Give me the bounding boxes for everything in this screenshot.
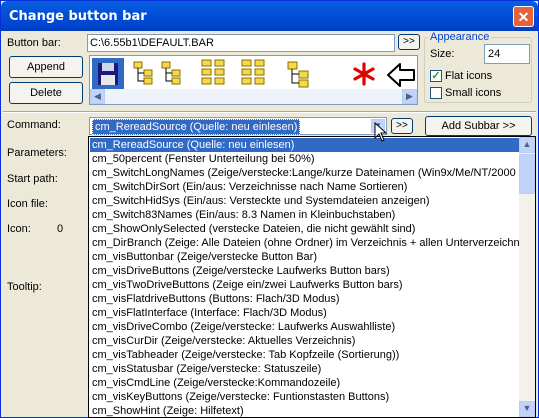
flat-icons-label[interactable]: Flat icons — [445, 70, 492, 82]
scroll-left-button[interactable]: ◀ — [90, 89, 105, 104]
start-path-label: Start path: — [7, 173, 58, 185]
icon-label: Icon: — [7, 223, 31, 235]
folder-tree-icon[interactable] — [160, 60, 184, 86]
dropdown-item[interactable]: cm_visTabheader (Zeige/verstecke: Tab Ko… — [90, 348, 519, 362]
small-icons-label[interactable]: Small icons — [445, 87, 501, 99]
command-label: Command: — [7, 119, 61, 131]
dropdown-item[interactable]: cm_visFlatdriveButtons (Buttons: Flach/3… — [90, 292, 519, 306]
appearance-legend: Appearance — [428, 31, 492, 43]
dropdown-item[interactable]: cm_SwitchDirSort (Ein/aus: Verzeichnisse… — [90, 180, 519, 194]
command-selected-value: cm_RereadSource (Quelle: neu einlesen) — [92, 119, 301, 135]
dropdown-item[interactable]: cm_visDriveButtons (Zeige/verstecke Lauf… — [90, 264, 519, 278]
dropdown-item[interactable]: cm_visDriveCombo (Zeige/verstecke: Laufw… — [90, 320, 519, 334]
folders-icon[interactable] — [200, 58, 228, 86]
dropdown-item[interactable]: cm_RereadSource (Quelle: neu einlesen) — [90, 138, 519, 152]
checkmark-icon: ✓ — [431, 70, 441, 82]
dropdown-item[interactable]: cm_ShowHint (Zeige: Hilfetext) — [90, 404, 519, 417]
close-icon: ✕ — [517, 9, 530, 25]
parameters-label: Parameters: — [7, 147, 67, 159]
red-asterisk-icon[interactable] — [352, 62, 376, 86]
dropdown-item[interactable]: cm_Switch83Names (Ein/aus: 8.3 Namen in … — [90, 208, 519, 222]
mouse-cursor-icon — [374, 122, 388, 142]
dropdown-item[interactable]: cm_SwitchLongNames (Zeige/verstecke:Lang… — [90, 166, 519, 180]
dropdown-vertical-scrollbar[interactable]: ▲ ▼ — [519, 137, 535, 417]
window-title: Change button bar — [9, 9, 147, 24]
dropdown-item[interactable]: cm_SwitchHidSys (Ein/aus: Versteckte und… — [90, 194, 519, 208]
preview-horizontal-scrollbar[interactable]: ◀ ▶ — [90, 89, 417, 104]
folder-tree-icon[interactable] — [132, 60, 156, 86]
title-bar[interactable]: Change button bar ✕ — [1, 1, 538, 31]
dropdown-item[interactable]: cm_visStatusbar (Zeige/verstecke: Status… — [90, 362, 519, 376]
size-label: Size: — [430, 48, 455, 60]
button-bar-path-value: C:\6.55b1\DEFAULT.BAR — [90, 37, 214, 49]
dropdown-item[interactable]: cm_visFlatInterface (Interface: Flach/3D… — [90, 306, 519, 320]
dropdown-item[interactable]: cm_50percent (Fenster Unterteilung bei 5… — [90, 152, 519, 166]
scroll-right-button[interactable]: ▶ — [402, 89, 417, 104]
size-input[interactable]: 24 — [484, 44, 530, 64]
dropdown-item[interactable]: cm_ShowOnlySelected (verstecke Dateien, … — [90, 222, 519, 236]
scroll-down-button[interactable]: ▼ — [519, 401, 535, 417]
button-bar-path-field[interactable]: C:\6.55b1\DEFAULT.BAR — [87, 34, 395, 52]
arrow-up-icon: ▲ — [522, 139, 532, 149]
floppy-disk-icon[interactable] — [92, 58, 124, 90]
size-value: 24 — [488, 48, 501, 60]
left-arrow-icon[interactable] — [386, 62, 416, 88]
arrow-left-icon: ◀ — [94, 91, 101, 101]
small-icons-checkbox[interactable] — [430, 87, 442, 99]
delete-button[interactable]: Delete — [9, 82, 83, 104]
arrow-down-icon: ▼ — [522, 403, 532, 413]
dropdown-item[interactable]: cm_DirBranch (Zeige: Alle Dateien (ohne … — [90, 236, 519, 250]
button-bar-label: Button bar: — [7, 37, 61, 49]
close-button[interactable]: ✕ — [513, 6, 534, 27]
flat-icons-checkbox[interactable]: ✓ — [430, 70, 442, 82]
folders-icon[interactable] — [240, 58, 268, 86]
append-button[interactable]: Append — [9, 56, 83, 78]
icon-index-value: 0 — [57, 223, 64, 235]
arrow-right-icon: ▶ — [406, 91, 413, 101]
icon-file-label: Icon file: — [7, 198, 48, 210]
button-bar-preview[interactable]: ◀ ▶ — [89, 55, 418, 105]
command-more-button[interactable]: >> — [391, 118, 413, 134]
dropdown-item[interactable]: cm_visKeyButtons (Zeige/verstecke: Funti… — [90, 390, 519, 404]
dropdown-item[interactable]: cm_visTwoDriveButtons (Zeige ein/zwei La… — [90, 278, 519, 292]
dropdown-item[interactable]: cm_visButtonbar (Zeige/verstecke Button … — [90, 250, 519, 264]
scroll-thumb[interactable] — [519, 154, 535, 194]
folder-tree-icon[interactable] — [286, 60, 312, 88]
command-dropdown-list[interactable]: cm_RereadSource (Quelle: neu einlesen) cm… — [88, 136, 536, 418]
dropdown-item[interactable]: cm_visCmdLine (Zeige/verstecke:Kommandoz… — [90, 376, 519, 390]
scroll-up-button[interactable]: ▲ — [519, 137, 535, 153]
separator — [3, 111, 536, 113]
browse-button-bar-button[interactable]: >> — [398, 34, 420, 50]
add-subbar-button[interactable]: Add Subbar >> — [425, 116, 532, 136]
tooltip-label: Tooltip: — [7, 281, 42, 293]
command-combobox[interactable]: cm_RereadSource (Quelle: neu einlesen) ▼ — [89, 117, 387, 135]
dropdown-item[interactable]: cm_visCurDir (Zeige/verstecke: Aktuelles… — [90, 334, 519, 348]
